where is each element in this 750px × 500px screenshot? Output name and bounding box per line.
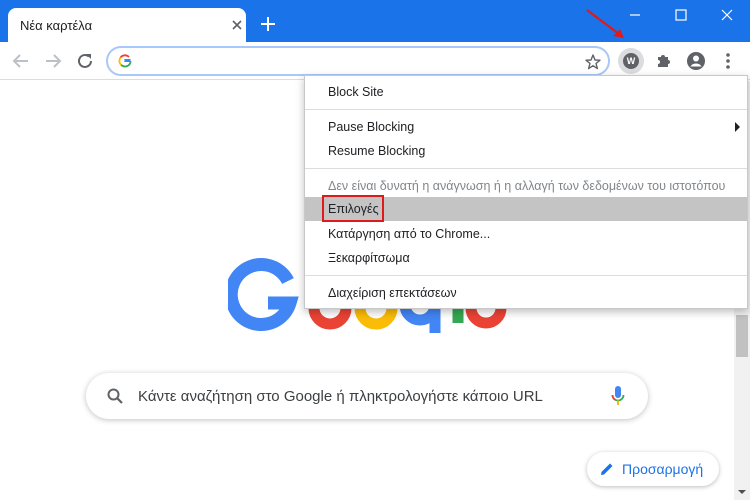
- menu-item-label: Διαχείριση επεκτάσεων: [328, 286, 457, 300]
- search-placeholder: Κάντε αναζήτηση στο Google ή πληκτρολογή…: [138, 388, 543, 405]
- menu-separator: [305, 109, 747, 110]
- new-tab-icon[interactable]: [258, 14, 278, 34]
- menu-item-label: Resume Blocking: [328, 144, 426, 158]
- reload-icon[interactable]: [74, 50, 96, 72]
- tab-strip: Νέα καρτέλα: [0, 0, 750, 42]
- menu-item-unpin[interactable]: Ξεκαρφίτσωμα: [305, 246, 747, 270]
- menu-item-pause-blocking[interactable]: Pause Blocking: [305, 115, 747, 139]
- menu-item-label: Ξεκαρφίτσωμα: [328, 251, 410, 265]
- bookmark-star-icon[interactable]: [584, 53, 602, 71]
- scroll-thumb[interactable]: [736, 315, 748, 357]
- block-site-extension-icon[interactable]: W: [618, 48, 644, 74]
- menu-item-label: Κατάργηση από το Chrome...: [328, 227, 491, 241]
- maximize-icon[interactable]: [660, 0, 702, 30]
- profile-avatar-icon[interactable]: [683, 48, 709, 74]
- close-tab-icon[interactable]: [230, 18, 244, 32]
- search-icon: [107, 388, 123, 404]
- browser-window: Νέα καρτέλα W Κάντε αναζήτηση στο Google…: [0, 0, 750, 500]
- menu-item-label: Επιλογές: [328, 202, 379, 216]
- extensions-puzzle-icon[interactable]: [651, 48, 677, 74]
- menu-item-resume-blocking[interactable]: Resume Blocking: [305, 139, 747, 163]
- pencil-icon: [601, 463, 613, 475]
- extension-context-menu: Block Site Pause Blocking Resume Blockin…: [304, 75, 748, 309]
- customize-label: Προσαρμογή: [622, 461, 704, 477]
- menu-separator: [305, 168, 747, 169]
- menu-item-remove-from-chrome[interactable]: Κατάργηση από το Chrome...: [305, 222, 747, 246]
- search-box[interactable]: Κάντε αναζήτηση στο Google ή πληκτρολογή…: [86, 373, 648, 419]
- more-menu-icon[interactable]: [715, 48, 741, 74]
- tab-title: Νέα καρτέλα: [20, 18, 93, 33]
- menu-item-manage-extensions[interactable]: Διαχείριση επεκτάσεων: [305, 281, 747, 305]
- address-bar[interactable]: [106, 46, 610, 76]
- scroll-down-icon[interactable]: [738, 488, 746, 496]
- annotation-arrow-icon: [586, 9, 624, 38]
- menu-item-label: Δεν είναι δυνατή η ανάγνωση ή η αλλαγή τ…: [328, 179, 726, 193]
- extension-w-badge: W: [623, 53, 639, 69]
- menu-item-block-site[interactable]: Block Site: [305, 80, 747, 104]
- microphone-icon[interactable]: [610, 385, 626, 407]
- menu-item-label: Block Site: [328, 85, 384, 99]
- tab-new-tab[interactable]: Νέα καρτέλα: [8, 8, 246, 42]
- google-g-icon: [118, 54, 132, 68]
- back-arrow-icon[interactable]: [10, 50, 32, 72]
- menu-separator: [305, 275, 747, 276]
- menu-item-options[interactable]: Επιλογές: [305, 195, 747, 222]
- submenu-arrow-icon: [735, 122, 740, 132]
- customize-button[interactable]: Προσαρμογή: [587, 452, 719, 486]
- forward-arrow-icon[interactable]: [42, 50, 64, 72]
- menu-item-label: Pause Blocking: [328, 120, 415, 134]
- close-window-icon[interactable]: [706, 0, 748, 30]
